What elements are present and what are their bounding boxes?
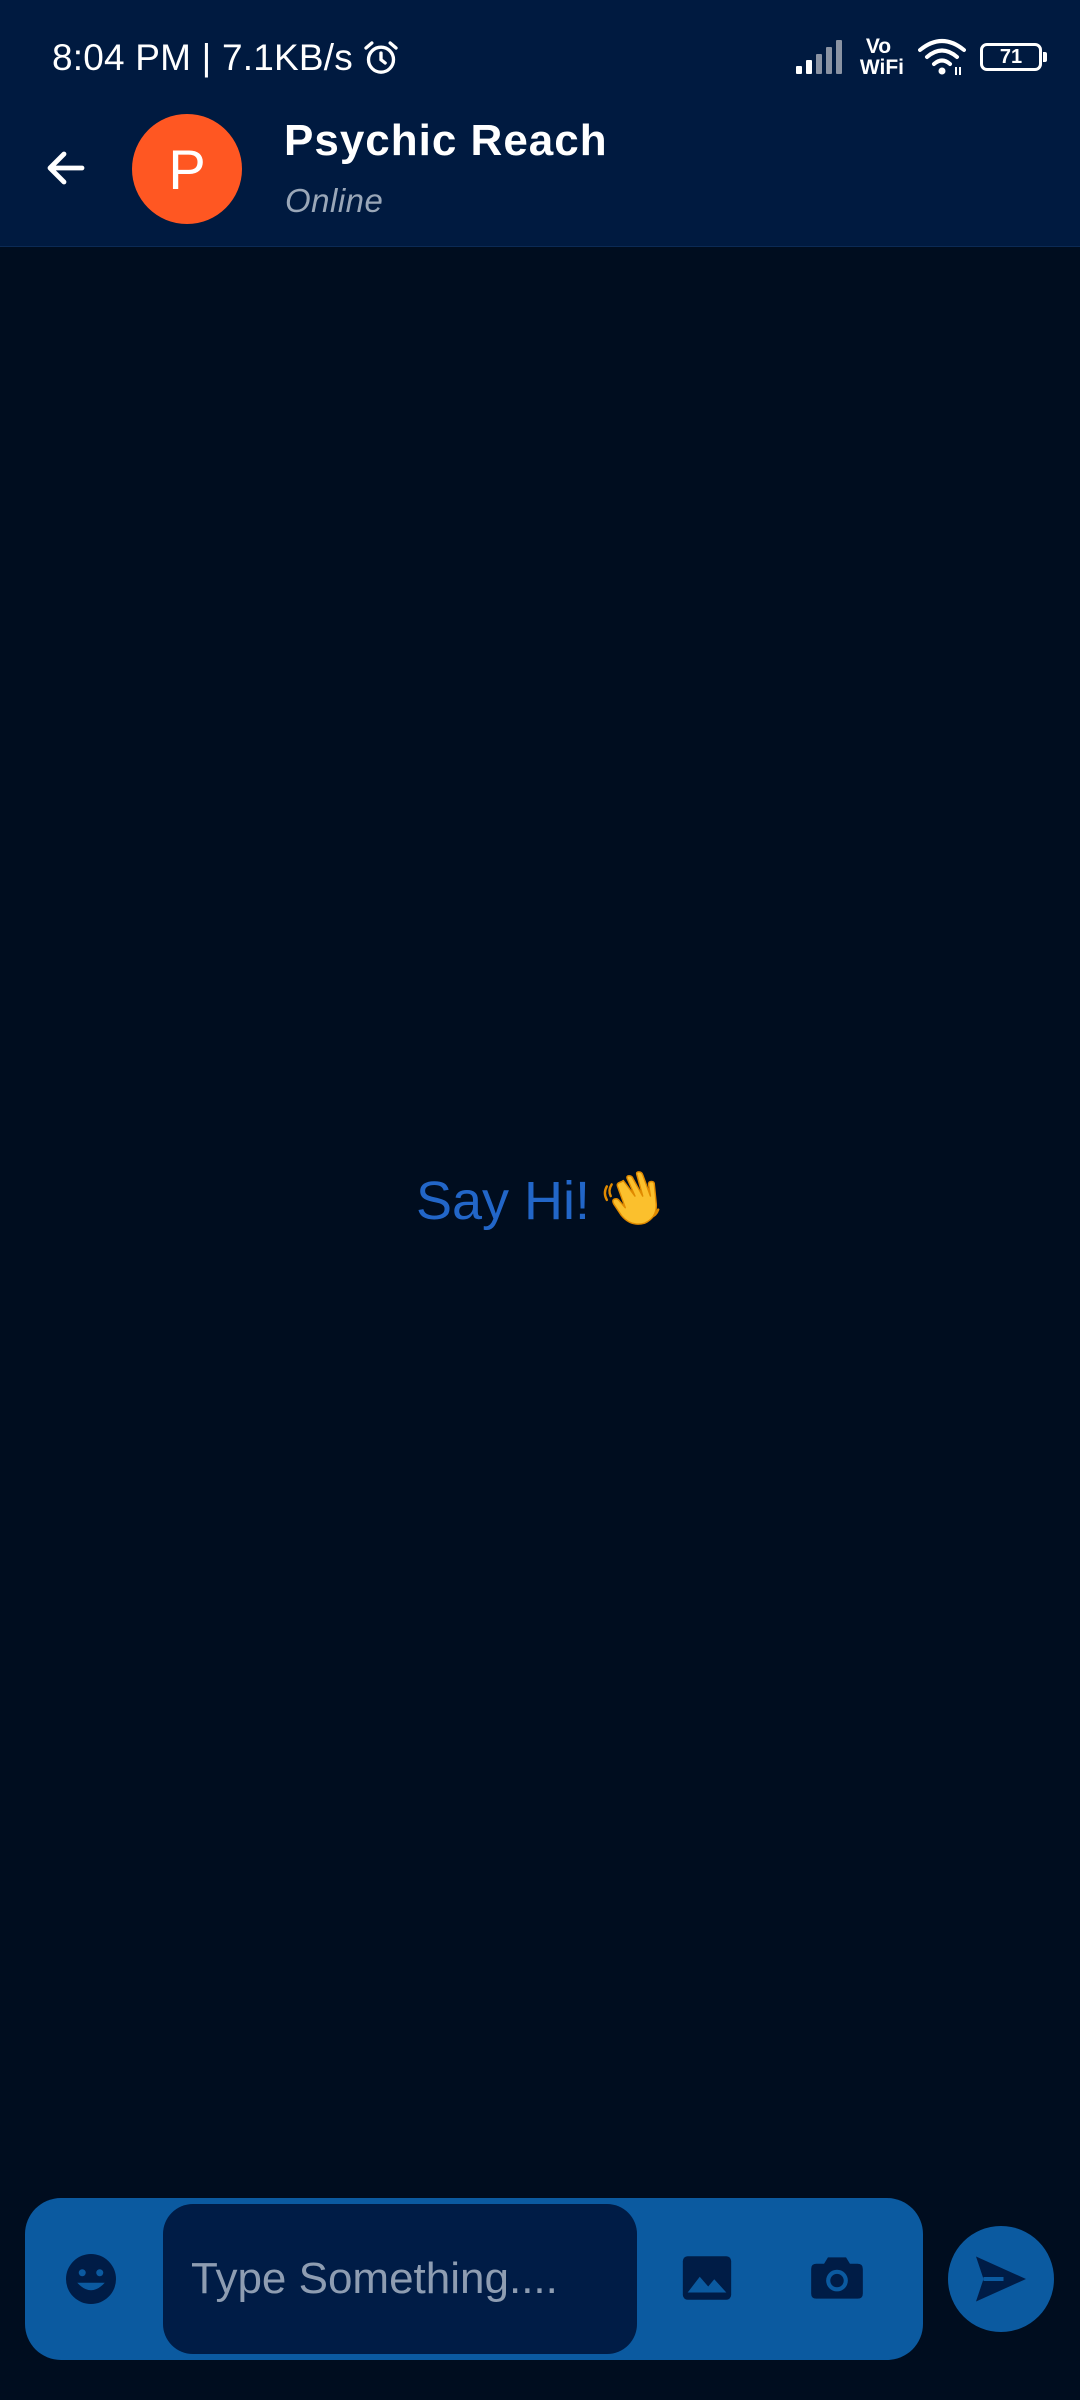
vowifi-bottom: WiFi: [859, 56, 904, 79]
message-input[interactable]: [163, 2204, 637, 2354]
camera-button[interactable]: [803, 2244, 871, 2312]
contact-name[interactable]: Psychic Reach: [284, 116, 608, 166]
message-list[interactable]: Say Hi!: [0, 247, 1080, 2187]
contact-status: Online: [285, 182, 384, 219]
emoji-icon: [66, 2254, 116, 2304]
chat-screen: 8:04 PM | 7.1KB/s Vo WiFi 71 P Psychic R…: [0, 0, 1080, 2400]
emoji-button[interactable]: [59, 2247, 123, 2311]
chat-header: P Psychic Reach Online: [0, 110, 1080, 247]
cellular-signal-icon: [795, 40, 842, 74]
battery-level: 71: [999, 46, 1023, 68]
send-icon: [976, 2256, 1026, 2302]
image-icon: [682, 2256, 732, 2300]
wifi-icon: [918, 39, 966, 75]
battery-icon: 71: [980, 43, 1047, 71]
status-right: Vo WiFi 71: [795, 32, 1047, 82]
arrow-left-icon: [47, 151, 85, 185]
empty-hint-text: Say Hi!: [415, 1170, 591, 1231]
status-bar: 8:04 PM | 7.1KB/s Vo WiFi 71: [0, 0, 1080, 110]
vowifi-indicator: Vo WiFi: [860, 36, 904, 78]
camera-icon: [811, 2257, 863, 2299]
send-button[interactable]: [948, 2226, 1054, 2332]
status-left: 8:04 PM | 7.1KB/s: [52, 34, 401, 82]
empty-chat-hint: Say Hi!: [0, 1167, 1080, 1242]
back-button[interactable]: [36, 138, 96, 198]
avatar[interactable]: P: [132, 114, 242, 224]
waving-hand-icon: [602, 1167, 664, 1242]
gallery-button[interactable]: [673, 2244, 741, 2312]
status-time-speed: 8:04 PM | 7.1KB/s: [52, 37, 353, 78]
message-composer: [25, 2198, 923, 2360]
alarm-icon: [364, 41, 398, 74]
vowifi-top: Vo: [865, 35, 892, 58]
